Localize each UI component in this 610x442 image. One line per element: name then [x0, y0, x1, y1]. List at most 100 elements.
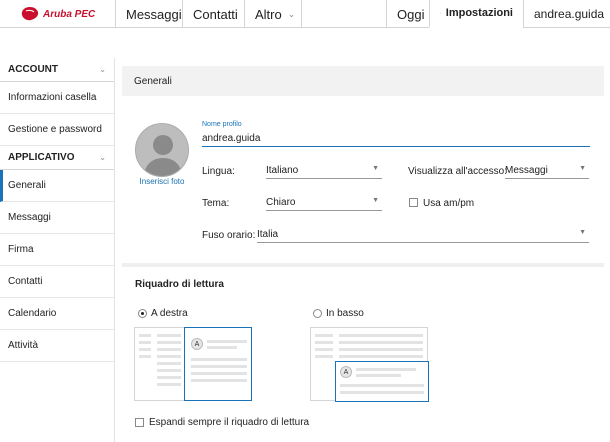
preview-line	[339, 355, 423, 358]
preview-line	[315, 355, 333, 358]
profile-name-input[interactable]: andrea.guida	[202, 130, 590, 147]
nav-impostazioni-label: Impostazioni	[445, 7, 513, 19]
nav-contatti[interactable]: Contatti	[182, 0, 244, 28]
nav-altro[interactable]: Altro ⌄	[244, 0, 302, 28]
fuso-select[interactable]: Italia ▼	[257, 226, 589, 243]
preview-line	[157, 383, 181, 386]
reading-pane-bottom-preview[interactable]: A	[310, 327, 429, 402]
section-divider	[122, 263, 604, 267]
dropdown-arrow-icon: ▼	[579, 165, 586, 172]
preview-line	[191, 365, 247, 368]
sidebar-item-label: Messaggi	[8, 212, 51, 223]
preview-line	[157, 369, 181, 372]
visualizza-value: Messaggi	[505, 165, 548, 176]
nav-oggi[interactable]: Oggi	[386, 0, 429, 28]
reading-pane-title: Riquadro di lettura	[135, 279, 224, 290]
reading-pane-bottom-radio[interactable]	[313, 309, 322, 318]
preview-line	[340, 391, 424, 394]
preview-line	[157, 334, 181, 337]
reading-pane-bottom-label[interactable]: In basso	[326, 308, 364, 319]
lingua-select[interactable]: Italiano ▼	[266, 162, 382, 179]
main-panel: Generali	[122, 66, 604, 96]
sidebar-item-messaggi[interactable]: Messaggi	[0, 202, 114, 234]
sidebar-item-label: Attività	[8, 340, 39, 351]
ampm-checkbox[interactable]	[409, 198, 418, 207]
user-name: andrea.guida	[534, 7, 605, 21]
preview-line	[315, 341, 333, 344]
top-bar: Aruba PEC Messaggi Contatti Altro ⌄ Oggi…	[0, 0, 610, 28]
page-title-bar: Generali	[122, 66, 604, 96]
preview-line	[315, 348, 333, 351]
preview-line	[139, 334, 151, 337]
sidebar-item-gestione[interactable]: Gestione e password	[0, 114, 114, 146]
tema-select[interactable]: Chiaro ▼	[266, 194, 382, 211]
sidebar-item-contatti[interactable]: Contatti	[0, 266, 114, 298]
preview-line	[339, 348, 423, 351]
nav-messaggi[interactable]: Messaggi	[115, 0, 182, 28]
nav-oggi-label: Oggi	[397, 6, 425, 22]
preview-line	[139, 348, 151, 351]
fuso-label: Fuso orario:	[202, 230, 256, 241]
preview-reading-pane: A	[184, 327, 252, 401]
lingua-label: Lingua:	[202, 166, 235, 177]
fuso-value: Italia	[257, 229, 279, 240]
sidebar-item-label: Informazioni casella	[8, 92, 97, 103]
preview-line	[157, 376, 181, 379]
preview-line	[339, 334, 423, 337]
preview-line	[207, 340, 247, 343]
visualizza-select[interactable]: Messaggi ▼	[505, 162, 589, 179]
avatar[interactable]	[135, 123, 189, 177]
page-title: Generali	[134, 75, 172, 87]
preview-line	[139, 355, 151, 358]
preview-line	[191, 379, 247, 382]
chevron-down-icon: ⌄	[287, 8, 296, 19]
preview-line	[157, 355, 181, 358]
nav-impostazioni[interactable]: Impostazioni	[429, 0, 523, 28]
dropdown-arrow-icon: ▼	[372, 197, 379, 204]
sidebar-item-label: Firma	[8, 244, 34, 255]
insert-photo-link[interactable]: Inserisci foto	[135, 177, 189, 186]
expand-reading-pane-checkbox[interactable]	[135, 418, 144, 427]
sidebar-item-generali[interactable]: Generali	[0, 170, 114, 202]
sidebar-item-label: Gestione e password	[8, 124, 102, 135]
dropdown-arrow-icon: ▼	[372, 165, 379, 172]
preview-line	[191, 358, 247, 361]
sidebar-item-label: Generali	[8, 180, 46, 191]
reading-pane-right-preview[interactable]: A	[134, 327, 252, 401]
section-label: APPLICATIVO	[8, 152, 75, 163]
preview-avatar: A	[340, 366, 352, 378]
sidebar-section-account[interactable]: ACCOUNT ⌄	[0, 58, 114, 82]
sidebar-item-attivita[interactable]: Attività	[0, 330, 114, 362]
lingua-value: Italiano	[266, 165, 299, 176]
profile-name-label: Nome profilo	[202, 121, 242, 128]
preview-line	[315, 334, 333, 337]
gear-icon	[440, 12, 441, 14]
user-menu[interactable]: andrea.guida	[523, 0, 610, 28]
sidebar-item-calendario[interactable]: Calendario	[0, 298, 114, 330]
preview-line	[207, 346, 237, 349]
reading-pane-right-radio[interactable]	[138, 309, 147, 318]
expand-reading-pane-label: Espandi sempre il riquadro di lettura	[149, 417, 310, 428]
preview-line	[157, 362, 181, 365]
preview-line	[339, 341, 423, 344]
sidebar-item-firma[interactable]: Firma	[0, 234, 114, 266]
tema-value: Chiaro	[266, 197, 296, 208]
preview-line	[356, 374, 401, 377]
preview-line	[356, 368, 416, 371]
nav-altro-label: Altro	[255, 6, 282, 22]
sidebar-item-informazioni[interactable]: Informazioni casella	[0, 82, 114, 114]
preview-avatar: A	[191, 338, 203, 350]
preview-reading-pane: A	[335, 361, 429, 402]
section-label: ACCOUNT	[8, 64, 58, 75]
aruba-logo[interactable]: Aruba PEC	[20, 5, 95, 23]
sidebar-item-label: Contatti	[8, 276, 43, 287]
sidebar-section-applicativo[interactable]: APPLICATIVO ⌄	[0, 146, 114, 170]
reading-pane-right-label[interactable]: A destra	[151, 308, 188, 319]
aruba-logo-icon	[21, 7, 39, 21]
ampm-label: Usa am/pm	[423, 198, 475, 209]
chevron-down-icon: ⌄	[99, 153, 106, 162]
chevron-down-icon: ⌄	[99, 65, 106, 74]
visualizza-label: Visualizza all'accesso:	[408, 166, 507, 177]
preview-line	[340, 384, 424, 387]
preview-line	[157, 341, 181, 344]
